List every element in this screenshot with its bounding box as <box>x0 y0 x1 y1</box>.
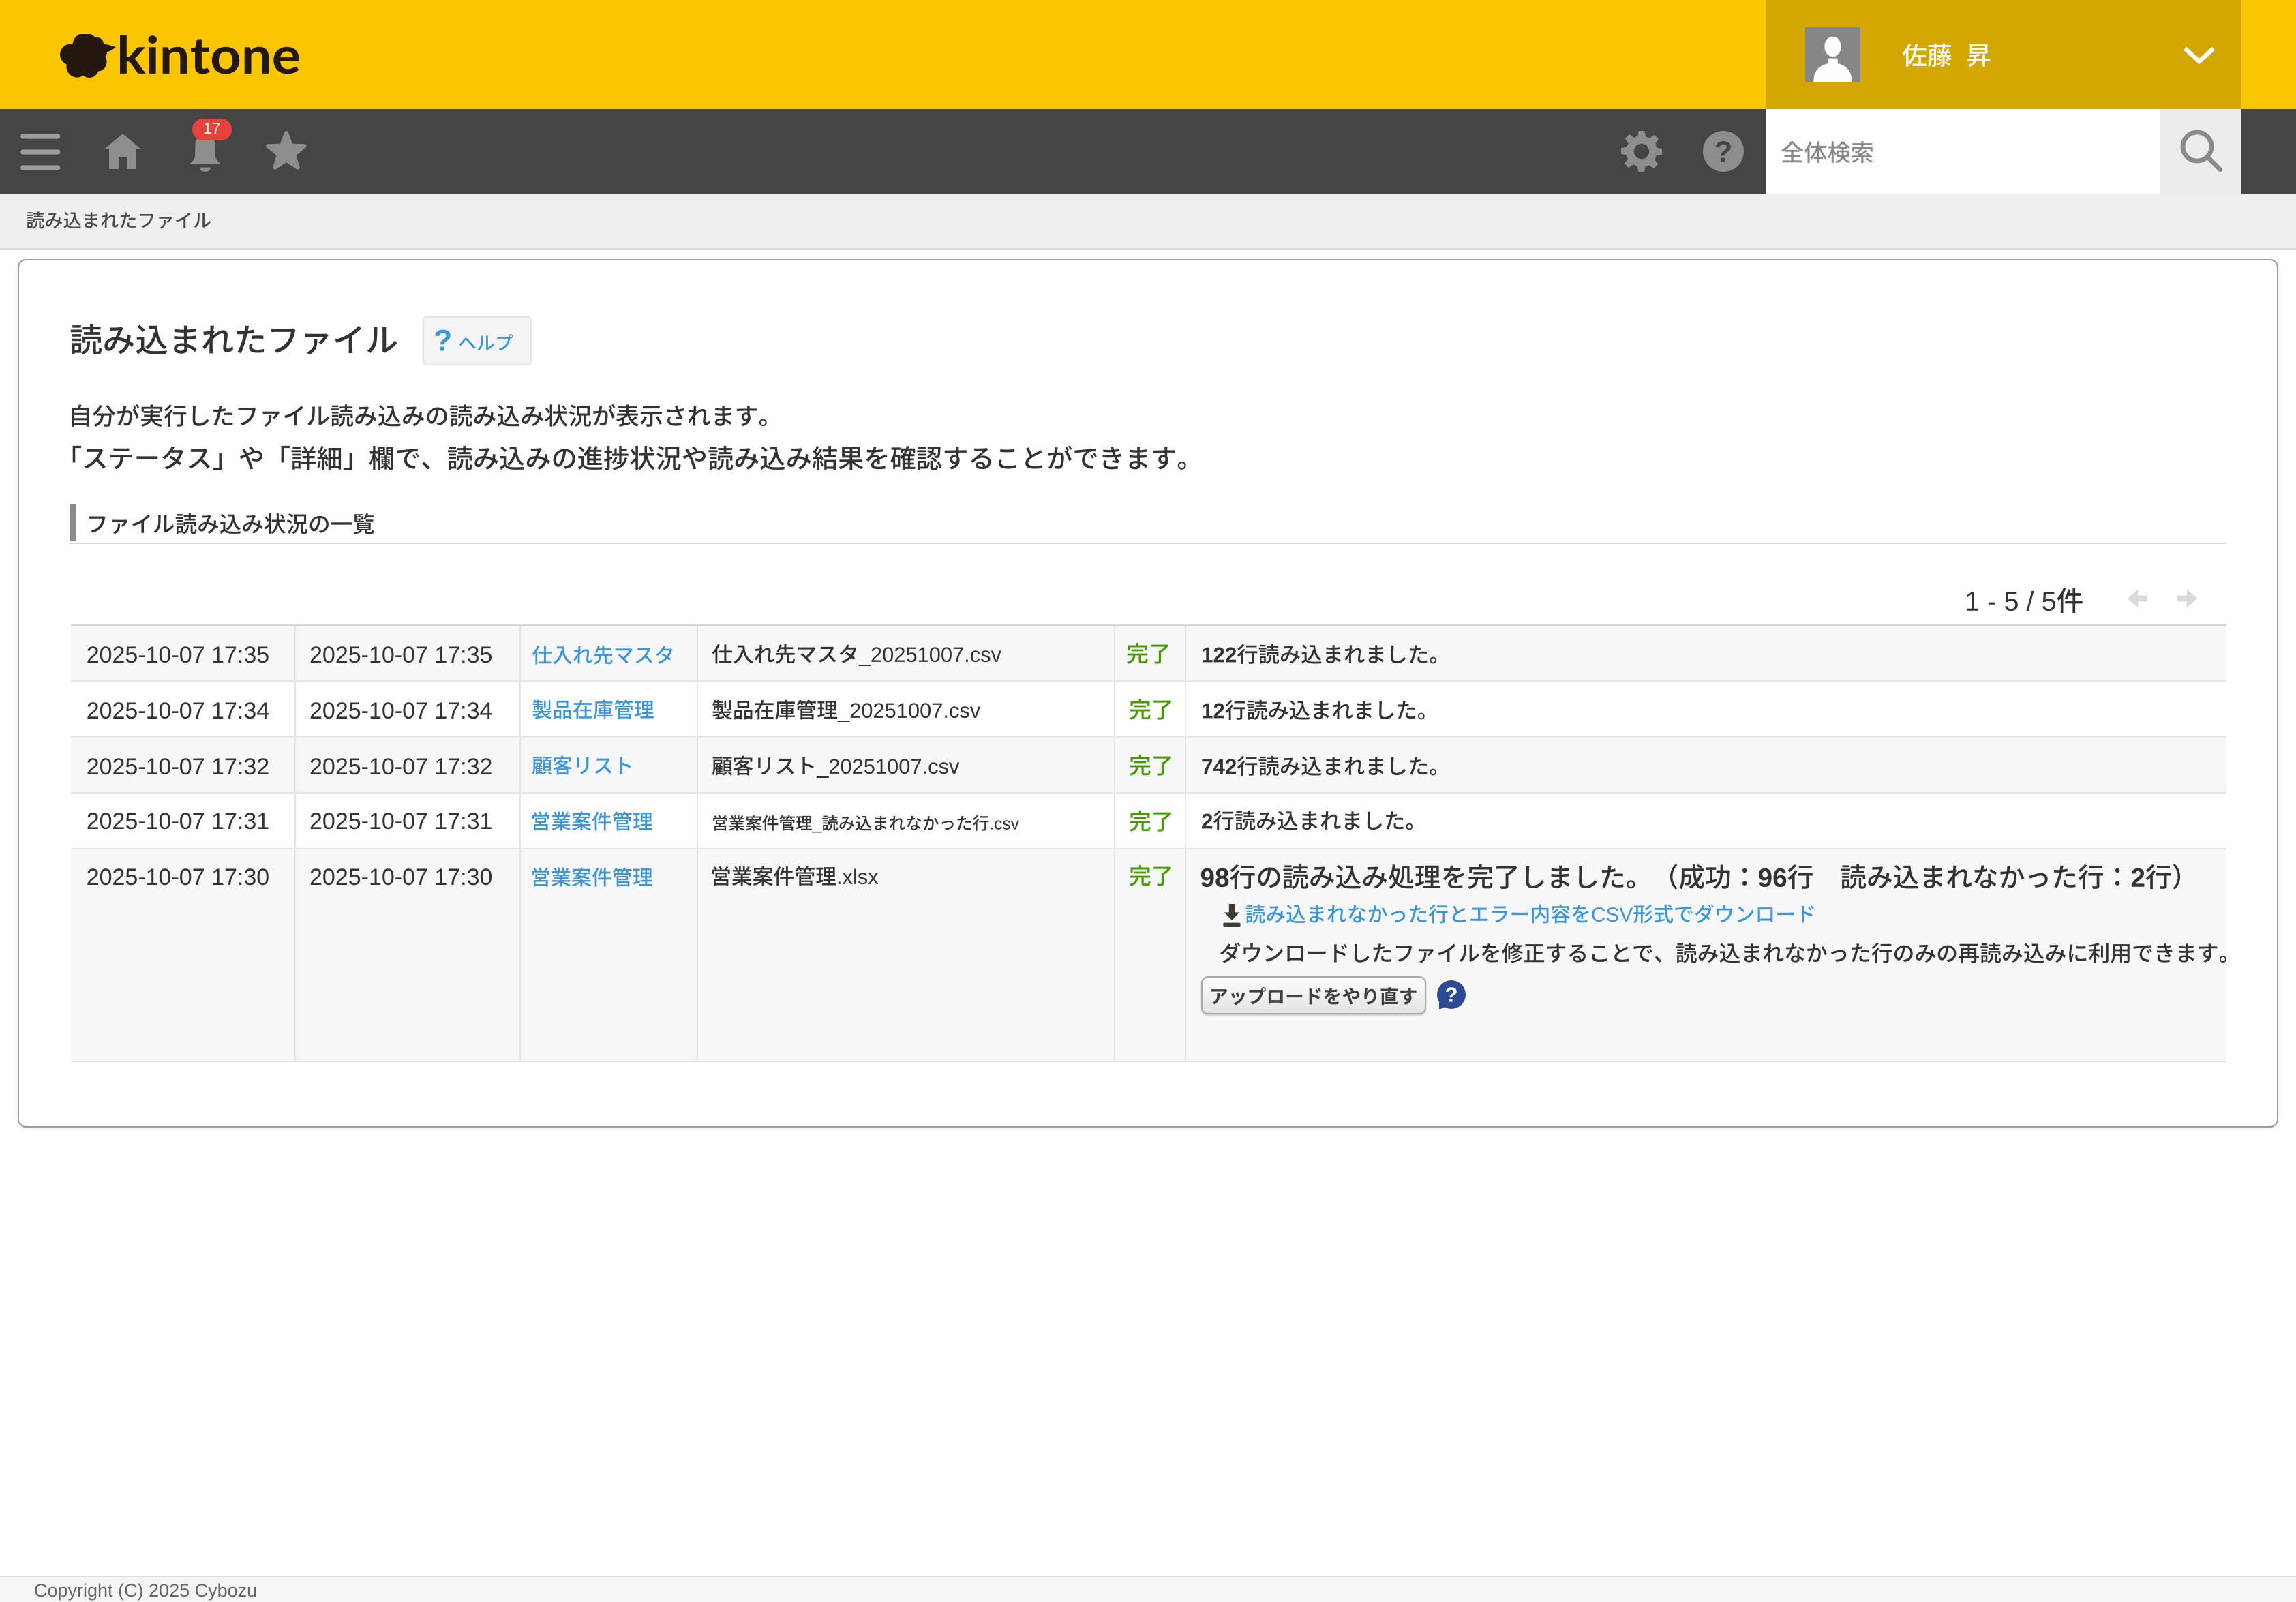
svg-text:?: ? <box>1445 982 1458 1006</box>
svg-text:?: ? <box>1714 135 1732 168</box>
